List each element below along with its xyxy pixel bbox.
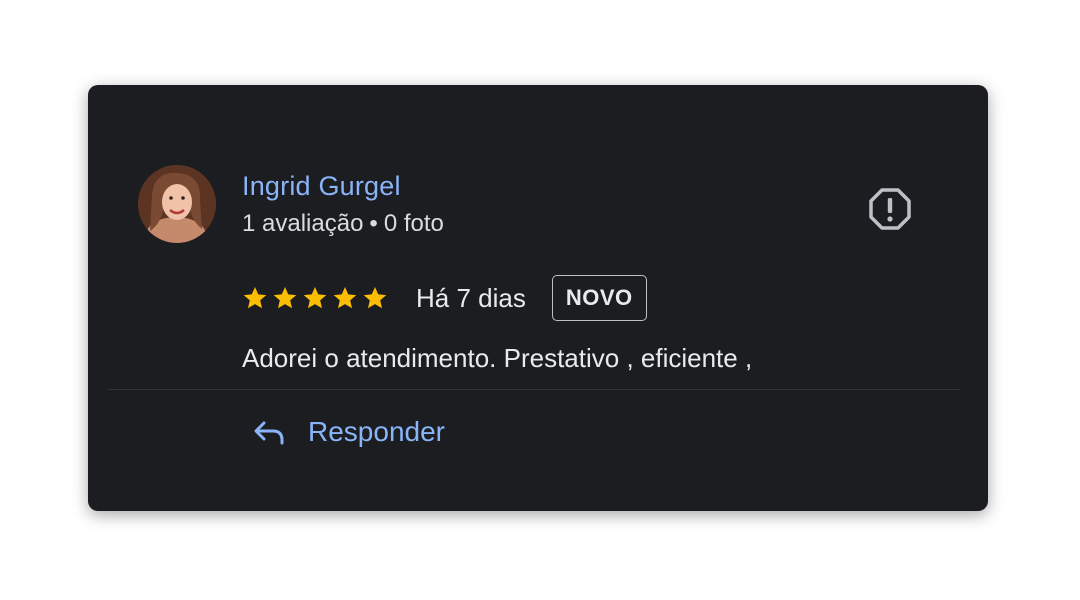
reply-arrow-icon: [254, 421, 284, 445]
star-icon: [333, 286, 357, 309]
report-icon[interactable]: [868, 187, 912, 231]
rating-row: Há 7 dias NOVO: [242, 273, 647, 323]
star-rating: [242, 285, 388, 311]
reply-button[interactable]: Responder: [252, 415, 445, 449]
review-card: Ingrid Gurgel 1 avaliação • 0 foto Há 7 di…: [88, 85, 988, 511]
star-icon: [243, 286, 267, 309]
star-icon: [273, 286, 297, 309]
star-icon: [363, 286, 387, 309]
author-name[interactable]: Ingrid Gurgel: [242, 171, 401, 202]
star-icon: [303, 286, 327, 309]
reply-label: Responder: [308, 416, 445, 447]
review-date: Há 7 dias: [416, 282, 526, 313]
reviews-count: 1 avaliação: [242, 210, 364, 237]
meta-separator: •: [369, 210, 378, 237]
review-text: Adorei o atendimento. Prestativo , efici…: [242, 343, 753, 373]
avatar-photo: [138, 165, 216, 243]
divider: [108, 389, 960, 390]
new-badge: NOVO: [551, 275, 647, 321]
photos-count: 0 foto: [383, 210, 444, 237]
author-avatar[interactable]: [138, 165, 216, 243]
author-meta: 1 avaliação • 0 foto: [242, 210, 444, 238]
